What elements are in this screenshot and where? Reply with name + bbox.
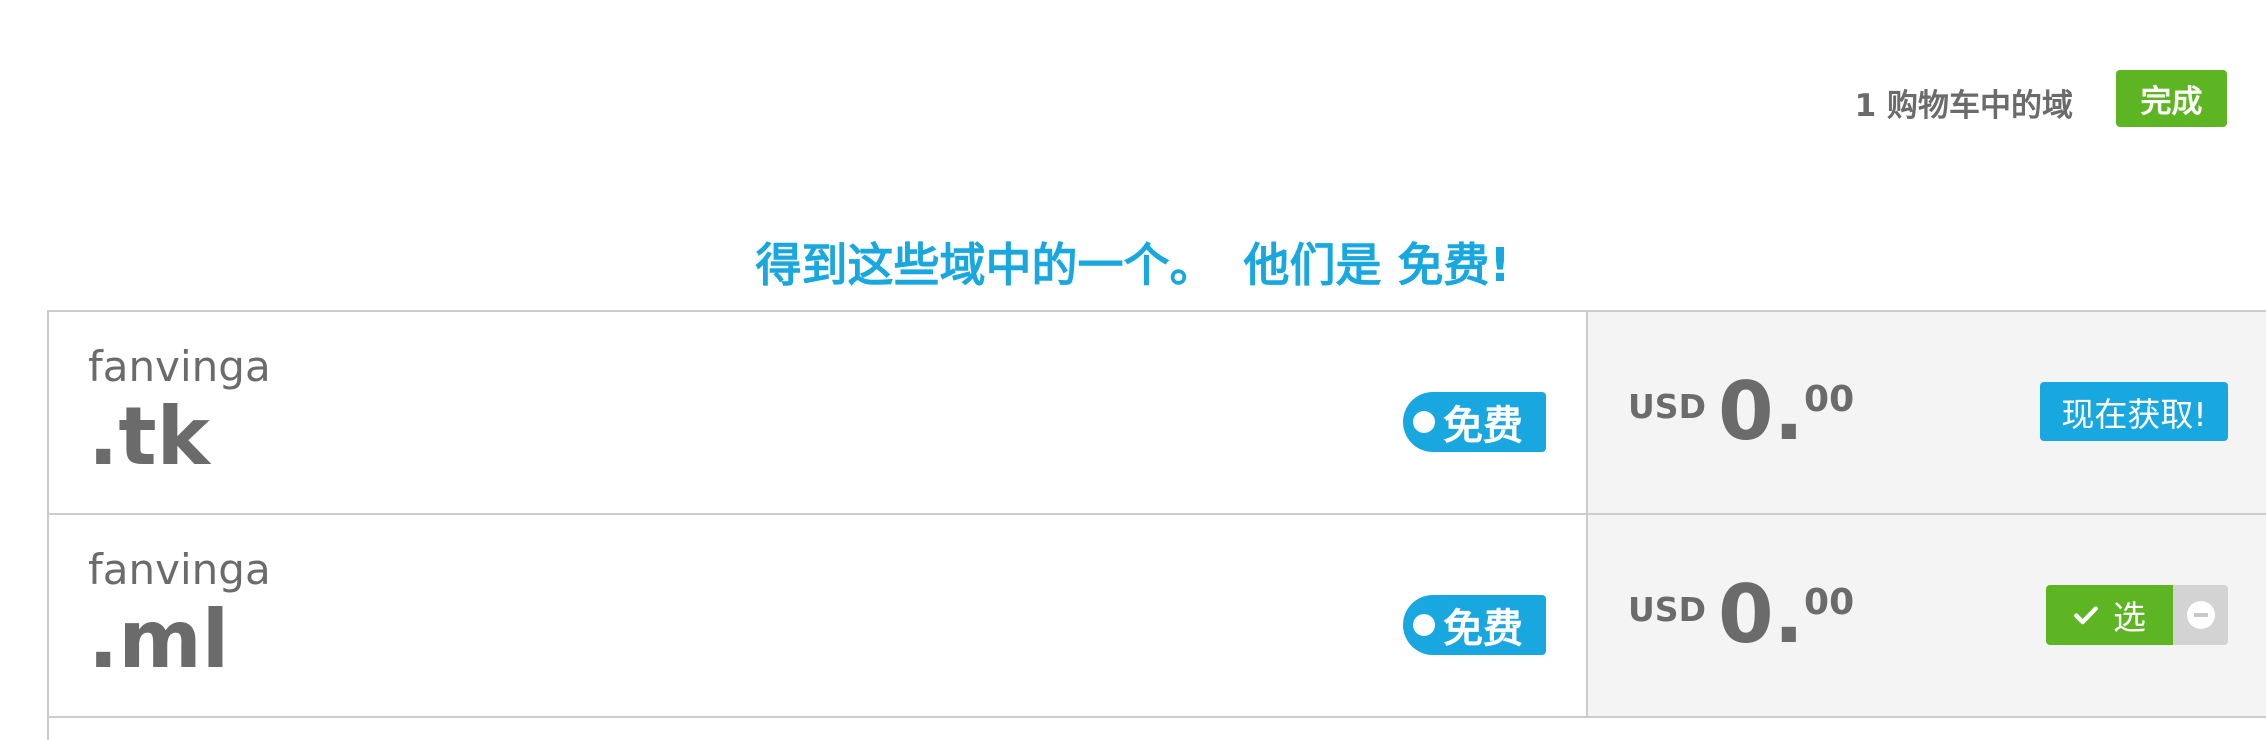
price-whole: 0.: [1717, 365, 1805, 458]
domain-name: fanvinga: [88, 342, 271, 391]
free-tag: 免费: [1403, 392, 1546, 452]
selected-button-label: 选: [2113, 598, 2146, 637]
cart-summary: 1 购物车中的域 完成: [1855, 70, 2227, 127]
domain-row-ml: fanvinga .ml 免费 USD 0. 00 选: [49, 515, 2266, 718]
selected-button[interactable]: 选: [2046, 585, 2173, 645]
headline-part-1: 得到这些域中的一个。: [755, 238, 1216, 292]
price-currency: USD: [1628, 590, 1706, 629]
domain-name: fanvinga: [88, 545, 271, 594]
selected-control: 选: [2046, 585, 2228, 645]
tag-hole-icon: [1413, 614, 1435, 636]
price-whole: 0.: [1717, 568, 1805, 661]
page-headline: 得到这些域中的一个。 他们是 免费!: [0, 236, 2266, 294]
price-currency: USD: [1628, 387, 1706, 426]
domain-info: fanvinga .tk 免费: [49, 312, 1586, 513]
price-panel: USD 0. 00 现在获取!: [1586, 312, 2266, 513]
domain-tld: .ml: [88, 593, 230, 686]
free-tag-label: 免费: [1443, 606, 1523, 652]
free-tag: 免费: [1403, 595, 1546, 655]
price-cents: 00: [1804, 379, 1855, 420]
done-button[interactable]: 完成: [2116, 70, 2227, 127]
get-now-button[interactable]: 现在获取!: [2040, 382, 2228, 441]
check-icon: [2074, 606, 2098, 625]
domain-info: fanvinga .ml 免费: [49, 515, 1586, 716]
price: USD 0. 00: [1628, 367, 1854, 457]
tag-hole-icon: [1413, 411, 1435, 433]
price-cents: 00: [1804, 582, 1855, 623]
domain-tld: .tk: [88, 390, 210, 483]
domain-row-tk: fanvinga .tk 免费 USD 0. 00 现在获取!: [49, 312, 2266, 515]
remove-button[interactable]: [2173, 585, 2228, 645]
cart-count-text: 1 购物车中的域: [1854, 88, 2073, 124]
domain-results-table: fanvinga .tk 免费 USD 0. 00 现在获取! fanvinga…: [47, 310, 2266, 740]
minus-circle-icon: [2186, 601, 2215, 629]
price-panel: USD 0. 00 选: [1586, 515, 2266, 716]
headline-part-2: 他们是 免费!: [1243, 238, 1511, 292]
free-tag-label: 免费: [1443, 403, 1523, 449]
price: USD 0. 00: [1628, 570, 1854, 660]
